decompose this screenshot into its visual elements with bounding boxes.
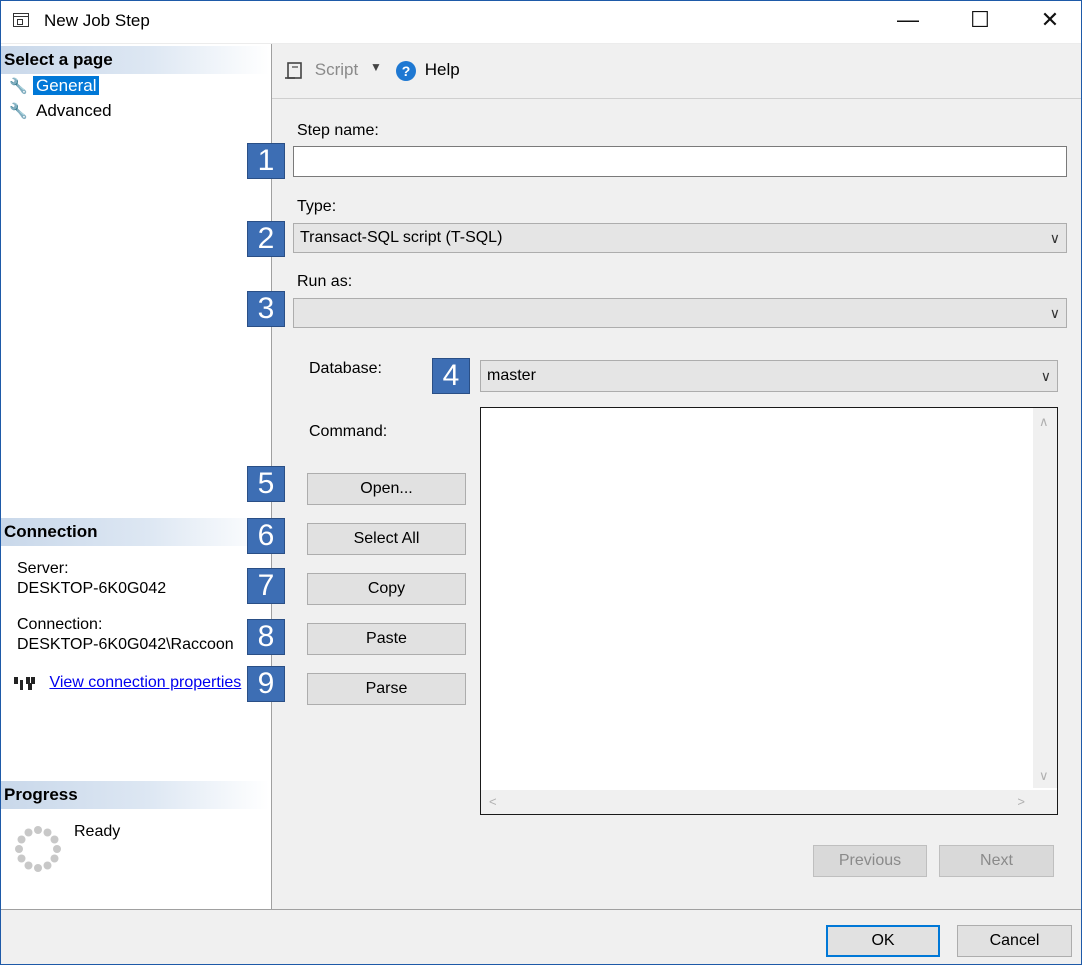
- type-value: Transact-SQL script (T-SQL): [300, 229, 503, 246]
- callout-5: 5: [247, 466, 285, 502]
- run-as-combo[interactable]: ∨: [293, 298, 1067, 328]
- maximize-button[interactable]: ☐: [945, 1, 1015, 41]
- connection-header: Connection: [1, 518, 269, 546]
- progress-status: Ready: [74, 823, 121, 840]
- next-button[interactable]: Next: [939, 845, 1054, 877]
- minimize-button[interactable]: —: [873, 1, 943, 41]
- horizontal-scrollbar[interactable]: < >: [481, 790, 1033, 814]
- page-item-label: General: [33, 76, 100, 95]
- database-label: Database:: [309, 360, 382, 377]
- help-icon: ?: [396, 60, 416, 81]
- scroll-up-icon[interactable]: ∧: [1039, 414, 1049, 430]
- left-panel: Select a page 🔧 General 🔧 Advanced Connect…: [1, 44, 272, 909]
- page-item-advanced[interactable]: 🔧 Advanced: [9, 100, 115, 122]
- database-combo[interactable]: master ∨: [480, 360, 1058, 392]
- title-bar: New Job Step — ☐ ✕: [1, 1, 1081, 44]
- command-textarea[interactable]: ∧ ∨ < >: [480, 407, 1058, 815]
- help-label: Help: [424, 60, 460, 79]
- callout-4: 4: [432, 358, 470, 394]
- callout-8: 8: [247, 619, 285, 655]
- script-icon: [285, 61, 302, 79]
- help-button[interactable]: ? Help: [396, 60, 460, 81]
- cancel-button[interactable]: Cancel: [957, 925, 1072, 957]
- callout-9: 9: [247, 666, 285, 702]
- callout-3: 3: [247, 291, 285, 327]
- copy-button[interactable]: Copy: [307, 573, 466, 605]
- database-value: master: [487, 367, 536, 384]
- server-value: DESKTOP-6K0G042: [17, 580, 167, 597]
- window-icon: [13, 13, 29, 27]
- open-button[interactable]: Open...: [307, 473, 466, 505]
- scroll-left-icon[interactable]: <: [489, 794, 497, 809]
- run-as-label: Run as:: [297, 273, 353, 290]
- connection-value: DESKTOP-6K0G042\Raccoon: [17, 636, 234, 653]
- view-connection-properties-link[interactable]: View connection properties: [49, 674, 241, 691]
- callout-6: 6: [247, 518, 285, 554]
- close-button[interactable]: ✕: [1015, 1, 1081, 41]
- chevron-down-icon: ∨: [1049, 230, 1060, 246]
- connection-label: Connection:: [17, 616, 103, 633]
- ok-button[interactable]: OK: [826, 925, 940, 957]
- callout-7: 7: [247, 568, 285, 604]
- progress-spinner-icon: [15, 826, 61, 872]
- toolbar: Script ▼ ? Help: [272, 44, 1081, 99]
- command-label: Command:: [309, 423, 388, 440]
- step-name-input[interactable]: [293, 146, 1067, 177]
- maximize-icon: ☐: [970, 7, 990, 32]
- script-dropdown-icon[interactable]: ▼: [370, 60, 382, 74]
- wrench-icon: 🔧: [9, 78, 28, 95]
- scroll-right-icon[interactable]: >: [1017, 794, 1025, 809]
- select-all-button[interactable]: Select All: [307, 523, 466, 555]
- previous-button[interactable]: Previous: [813, 845, 927, 877]
- vertical-scrollbar[interactable]: ∧ ∨: [1033, 408, 1057, 788]
- page-item-label: Advanced: [36, 101, 112, 120]
- window-title: New Job Step: [44, 11, 150, 30]
- close-icon: ✕: [1040, 7, 1060, 32]
- connection-plug-icon: [14, 677, 35, 690]
- step-name-label: Step name:: [297, 122, 379, 139]
- type-label: Type:: [297, 198, 337, 215]
- callout-1: 1: [247, 143, 285, 179]
- script-button[interactable]: Script: [284, 60, 358, 81]
- script-label: Script: [314, 60, 359, 79]
- chevron-down-icon: ∨: [1049, 305, 1060, 321]
- select-page-header: Select a page: [1, 46, 269, 74]
- paste-button[interactable]: Paste: [307, 623, 466, 655]
- view-connection-row: View connection properties: [13, 674, 241, 692]
- chevron-down-icon: ∨: [1040, 368, 1051, 384]
- server-label: Server:: [17, 560, 69, 577]
- minimize-icon: —: [897, 7, 919, 32]
- progress-header: Progress: [1, 781, 269, 809]
- callout-2: 2: [247, 221, 285, 257]
- type-combo[interactable]: Transact-SQL script (T-SQL) ∨: [293, 223, 1067, 253]
- parse-button[interactable]: Parse: [307, 673, 466, 705]
- scrollbar-corner: [1033, 790, 1057, 814]
- scroll-down-icon[interactable]: ∨: [1039, 768, 1049, 784]
- new-job-step-dialog: New Job Step — ☐ ✕ Select a page 🔧 Genera…: [0, 0, 1082, 965]
- wrench-icon: 🔧: [9, 103, 28, 120]
- page-item-general[interactable]: 🔧 General: [9, 75, 100, 97]
